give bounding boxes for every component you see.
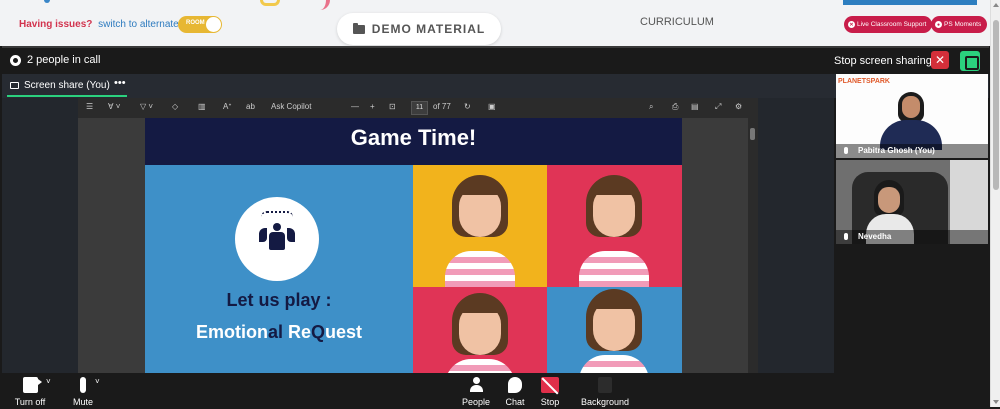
live-support-label: Live Classroom Support [857,21,927,28]
logo-circle [235,197,319,281]
screen-share-icon[interactable] [960,51,980,71]
page-scrollbar[interactable] [990,0,1000,407]
chevron-down-icon[interactable]: ˅ [95,377,100,386]
pdf-toolbar: ☰ ∀ ˅ ▽ ˅ ◇ ▥ Aᐩ ab Ask Copilot — + ⊡ 11… [78,98,758,118]
more-options-icon[interactable]: ••• [114,77,126,89]
demo-material-button[interactable]: DEMO MATERIAL [337,13,501,45]
active-tab-indicator [7,95,127,97]
call-header: 2 people in call Stop screen sharing ✕ [2,48,989,74]
brand-logo: PLANETSPARK [838,78,890,85]
decorative-arc [260,0,280,6]
demo-material-label: DEMO MATERIAL [371,22,486,36]
presentation-slide: Game Time! Let us play : Emotional ReQue… [145,118,682,373]
emotion-photo-thinking [547,165,682,287]
people-button[interactable]: People [458,377,494,407]
emotion-photo-happy [413,165,547,287]
shared-screen-stage: ☰ ∀ ˅ ▽ ˅ ◇ ▥ Aᐩ ab Ask Copilot — + ⊡ 11… [2,98,834,373]
meeting-window: 2 people in call Stop screen sharing ✕ S… [2,46,989,409]
highlight-icon[interactable]: ▽ ˅ [140,102,153,111]
total-pages: of 77 [433,102,451,111]
participant-tile[interactable]: Nevedha [836,160,988,244]
chat-icon [508,377,522,393]
curriculum-tab[interactable]: CURRICULUM [640,16,714,28]
zoom-out-icon[interactable]: — [351,102,359,111]
background-icon [598,377,612,393]
screen-share-tab[interactable]: Screen share (You) [24,80,110,91]
toggle-knob [206,17,221,32]
logo-rays-icon [261,211,293,217]
participant-name: Pabitra Ghosh (You) [836,144,988,158]
call-controls: Turn off ˅ Mute ˅ People Chat Stop Backg… [2,373,989,409]
scroll-down-icon[interactable] [993,400,999,404]
live-classroom-support-button[interactable]: ✕ Live Classroom Support [844,16,933,33]
contents-icon[interactable]: ☰ [86,102,93,111]
fit-page-icon[interactable]: ⊡ [389,102,396,111]
background-button[interactable]: Background [574,377,636,407]
pdf-settings-icon[interactable]: ⚙ [735,102,742,111]
read-aloud-icon[interactable]: Aᐩ [223,102,231,111]
having-issues-text: Having issues? switch to alternate room [19,19,204,30]
ask-copilot-button[interactable]: Ask Copilot [271,102,311,111]
stop-screen-sharing-label: Stop screen sharing [834,55,932,67]
camera-icon [22,377,42,393]
issues-label: Having issues? [19,19,93,30]
save-icon[interactable]: ▤ [691,102,699,111]
decorative-arc [308,0,330,10]
decorative-dot [44,0,50,3]
folder-icon [352,22,365,34]
pdf-scrollbar[interactable] [748,118,758,373]
turn-off-camera-button[interactable]: Turn off [12,377,48,407]
text-box-icon[interactable]: ▥ [198,102,206,111]
support-icon: ✕ [848,21,855,28]
stop-share-button[interactable]: Stop [536,377,564,407]
translate-icon[interactable]: ab [246,102,255,111]
lets-play-heading: Let us play : [226,290,332,310]
microphone-icon [80,377,86,393]
chat-button[interactable]: Chat [501,377,529,407]
ps-moments-button[interactable]: ● PS Moments [931,16,988,33]
print-icon[interactable]: ⎙ [672,102,678,112]
eraser-icon[interactable]: ◇ [172,102,178,111]
camera-icon: ● [935,21,942,28]
game-name: Emotional ReQuest [195,322,363,342]
draw-icon[interactable]: ∀ ˅ [108,102,120,111]
slide-left-panel: Let us play : Emotional ReQuest [145,165,413,373]
settings-gear-icon[interactable] [10,55,21,66]
stop-share-icon [541,377,559,393]
scroll-thumb[interactable] [993,20,999,190]
zoom-in-icon[interactable]: + [370,102,375,111]
people-in-call-text: 2 people in call [27,54,101,66]
stop-sharing-close-icon[interactable]: ✕ [931,51,949,69]
page-view-icon[interactable]: ▣ [488,102,496,111]
search-icon[interactable]: ⌕ [649,102,653,112]
emotion-photo-surprised [413,287,547,373]
emotion-photo-nervous [547,287,682,373]
pdf-viewer: ☰ ∀ ˅ ▽ ˅ ◇ ▥ Aᐩ ab Ask Copilot — + ⊡ 11… [78,98,758,373]
top-blue-tab [843,0,977,5]
monitor-icon [10,82,19,89]
ps-moments-label: PS Moments [944,21,982,28]
participant-name: Nevedha [836,230,988,244]
fullscreen-icon[interactable]: ⤢ [715,102,721,112]
page-number-input[interactable]: 11 [411,101,428,115]
mic-icon [844,233,848,240]
hero-figure-icon [259,223,295,255]
slide-title: Game Time! [145,118,682,165]
participant-tile[interactable]: PLANETSPARK Pabitra Ghosh (You) [836,74,988,158]
scroll-up-icon[interactable] [993,3,999,7]
room-toggle[interactable]: ROOM [178,16,222,33]
classroom-top-bar: Having issues? switch to alternate room … [0,0,990,46]
rotate-icon[interactable]: ↻ [464,102,471,111]
chevron-down-icon[interactable]: ˅ [46,377,51,386]
people-icon [470,377,483,393]
room-toggle-label: ROOM [186,20,205,26]
mic-icon [844,147,848,154]
